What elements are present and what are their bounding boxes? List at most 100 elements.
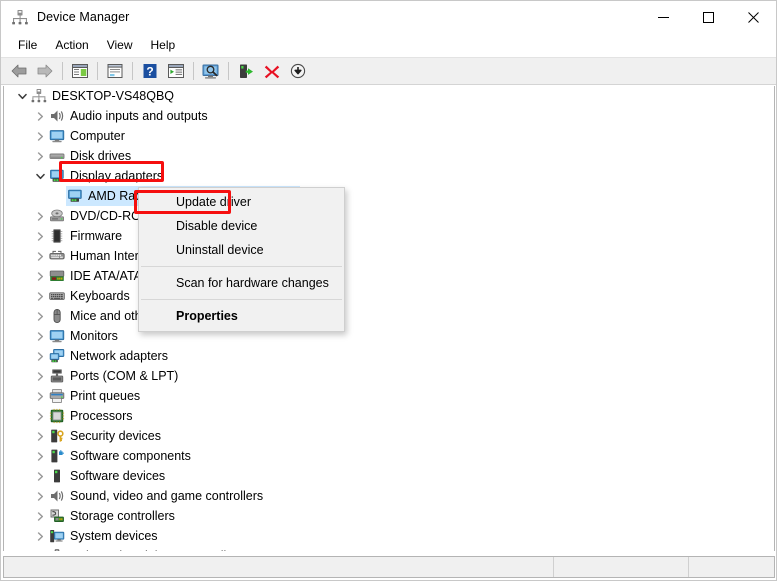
tree-row-network-adapters[interactable]: Network adapters	[4, 346, 774, 366]
tree-label: Firmware	[70, 229, 123, 243]
chevron-down-icon[interactable]	[14, 86, 30, 106]
tree-label: Display adapters	[70, 169, 164, 183]
tree-row-print-queues[interactable]: Print queues	[4, 386, 774, 406]
menu-action[interactable]: Action	[46, 35, 97, 55]
ctx-uninstall-device[interactable]: Uninstall device	[139, 238, 344, 262]
menu-file[interactable]: File	[9, 35, 46, 55]
context-menu[interactable]: Update driver Disable device Uninstall d…	[138, 187, 345, 332]
tree-row-amd-radeon-graphics[interactable]: AMD Radeon(TM) RX Vega 11 Graphics	[4, 186, 774, 206]
tree-label: Network adapters	[70, 349, 168, 363]
close-button[interactable]	[731, 1, 776, 33]
chevron-right-icon[interactable]	[32, 306, 48, 326]
update-driver-button[interactable]	[234, 59, 258, 83]
maximize-icon	[703, 11, 714, 23]
chevron-right-icon[interactable]	[32, 366, 48, 386]
chevron-right-icon[interactable]	[32, 126, 48, 146]
dvd-drive-icon	[48, 207, 66, 225]
disable-device-button[interactable]	[286, 59, 310, 83]
firmware-chip-icon	[48, 227, 66, 245]
network-adapter-icon	[48, 347, 66, 365]
chevron-right-icon[interactable]	[32, 286, 48, 306]
uninstall-device-button[interactable]	[260, 59, 284, 83]
help-question-icon: ?	[143, 64, 157, 78]
chevron-right-icon[interactable]	[32, 346, 48, 366]
chevron-right-icon[interactable]	[32, 526, 48, 546]
tree-row-monitors[interactable]: Monitors	[4, 326, 774, 346]
chevron-right-icon[interactable]	[32, 486, 48, 506]
chevron-right-icon[interactable]	[32, 266, 48, 286]
chevron-right-icon[interactable]	[32, 226, 48, 246]
device-tree[interactable]: DESKTOP-VS48QBQ Audio inputs and outputs	[3, 86, 775, 551]
tree-row-ports-com-lpt[interactable]: Ports (COM & LPT)	[4, 366, 774, 386]
tree-row-human-interface-devices[interactable]: Human Interface Devices	[4, 246, 774, 266]
display-adapter-icon	[66, 187, 84, 205]
tree-row-sound-video-and-game-controllers[interactable]: Sound, video and game controllers	[4, 486, 774, 506]
tree-row-mice-and-other-pointing-devices[interactable]: Mice and other pointing devices	[4, 306, 774, 326]
window-title: Device Manager	[37, 10, 130, 24]
properties-button[interactable]	[103, 59, 127, 83]
tree-row-firmware[interactable]: Firmware	[4, 226, 774, 246]
tree-row-keyboards[interactable]: Keyboards	[4, 286, 774, 306]
chevron-right-icon[interactable]	[32, 406, 48, 426]
ctx-scan-hardware-changes[interactable]: Scan for hardware changes	[139, 271, 344, 295]
chevron-right-icon[interactable]	[32, 546, 48, 551]
menu-help[interactable]: Help	[142, 35, 185, 55]
hid-icon	[48, 247, 66, 265]
chevron-right-icon[interactable]	[32, 146, 48, 166]
ctx-update-driver[interactable]: Update driver	[139, 190, 344, 214]
storage-controller-icon	[48, 507, 66, 525]
chevron-right-icon[interactable]	[32, 326, 48, 346]
monitor-icon	[48, 127, 66, 145]
action-menu-button[interactable]	[164, 59, 188, 83]
device-manager-window: Device Manager File Action View Help ? D…	[0, 0, 777, 581]
tree-row-display-adapters[interactable]: Display adapters	[4, 166, 774, 186]
show-hide-console-tree-button[interactable]	[68, 59, 92, 83]
tree-row-security-devices[interactable]: Security devices	[4, 426, 774, 446]
ctx-properties[interactable]: Properties	[139, 304, 344, 328]
maximize-button[interactable]	[686, 1, 731, 33]
tree-row-universal-serial-bus-controllers[interactable]: Universal Serial Bus controllers	[4, 546, 774, 551]
help-button[interactable]: ?	[138, 59, 162, 83]
tree-row-dvd-cd-rom-drives[interactable]: DVD/CD-ROM drives	[4, 206, 774, 226]
tree-label: Sound, video and game controllers	[70, 489, 264, 503]
chevron-down-icon[interactable]	[32, 166, 48, 186]
tree-row-disk-drives[interactable]: Disk drives	[4, 146, 774, 166]
tree-label-root: DESKTOP-VS48QBQ	[52, 89, 175, 103]
tree-row-computer[interactable]: Computer	[4, 126, 774, 146]
chevron-right-icon[interactable]	[32, 506, 48, 526]
context-menu-separator	[141, 299, 342, 300]
back-arrow-icon	[11, 64, 27, 78]
menu-view[interactable]: View	[98, 35, 142, 55]
forward-button[interactable]	[33, 59, 57, 83]
tree-label: Storage controllers	[70, 509, 175, 523]
chevron-right-icon[interactable]	[32, 106, 48, 126]
scan-hardware-changes-button[interactable]	[199, 59, 223, 83]
action-list-icon	[168, 64, 184, 78]
ctx-disable-device[interactable]: Disable device	[139, 214, 344, 238]
minimize-button[interactable]	[641, 1, 686, 33]
chevron-placeholder	[50, 186, 66, 206]
tree-row-system-devices[interactable]: System devices	[4, 526, 774, 546]
tree-row-storage-controllers[interactable]: Storage controllers	[4, 506, 774, 526]
tree-row-audio-inputs-and-outputs[interactable]: Audio inputs and outputs	[4, 106, 774, 126]
chevron-right-icon[interactable]	[32, 386, 48, 406]
chevron-right-icon[interactable]	[32, 466, 48, 486]
system-device-icon	[48, 527, 66, 545]
chevron-right-icon[interactable]	[32, 426, 48, 446]
back-button[interactable]	[7, 59, 31, 83]
status-pane-middle	[554, 557, 689, 577]
chevron-right-icon[interactable]	[32, 446, 48, 466]
tree-row-processors[interactable]: Processors	[4, 406, 774, 426]
chevron-right-icon[interactable]	[32, 246, 48, 266]
down-arrow-circle-icon	[290, 63, 306, 79]
display-adapter-icon	[48, 167, 66, 185]
mouse-icon	[48, 307, 66, 325]
tree-row-software-devices[interactable]: Software devices	[4, 466, 774, 486]
forward-arrow-icon	[37, 64, 53, 78]
software-device-icon	[48, 467, 66, 485]
chevron-right-icon[interactable]	[32, 206, 48, 226]
tree-row-software-components[interactable]: Software components	[4, 446, 774, 466]
speaker-icon	[48, 487, 66, 505]
tree-row-ide-ata-atapi-controllers[interactable]: IDE ATA/ATAPI controllers	[4, 266, 774, 286]
tree-row-root[interactable]: DESKTOP-VS48QBQ	[4, 86, 774, 106]
